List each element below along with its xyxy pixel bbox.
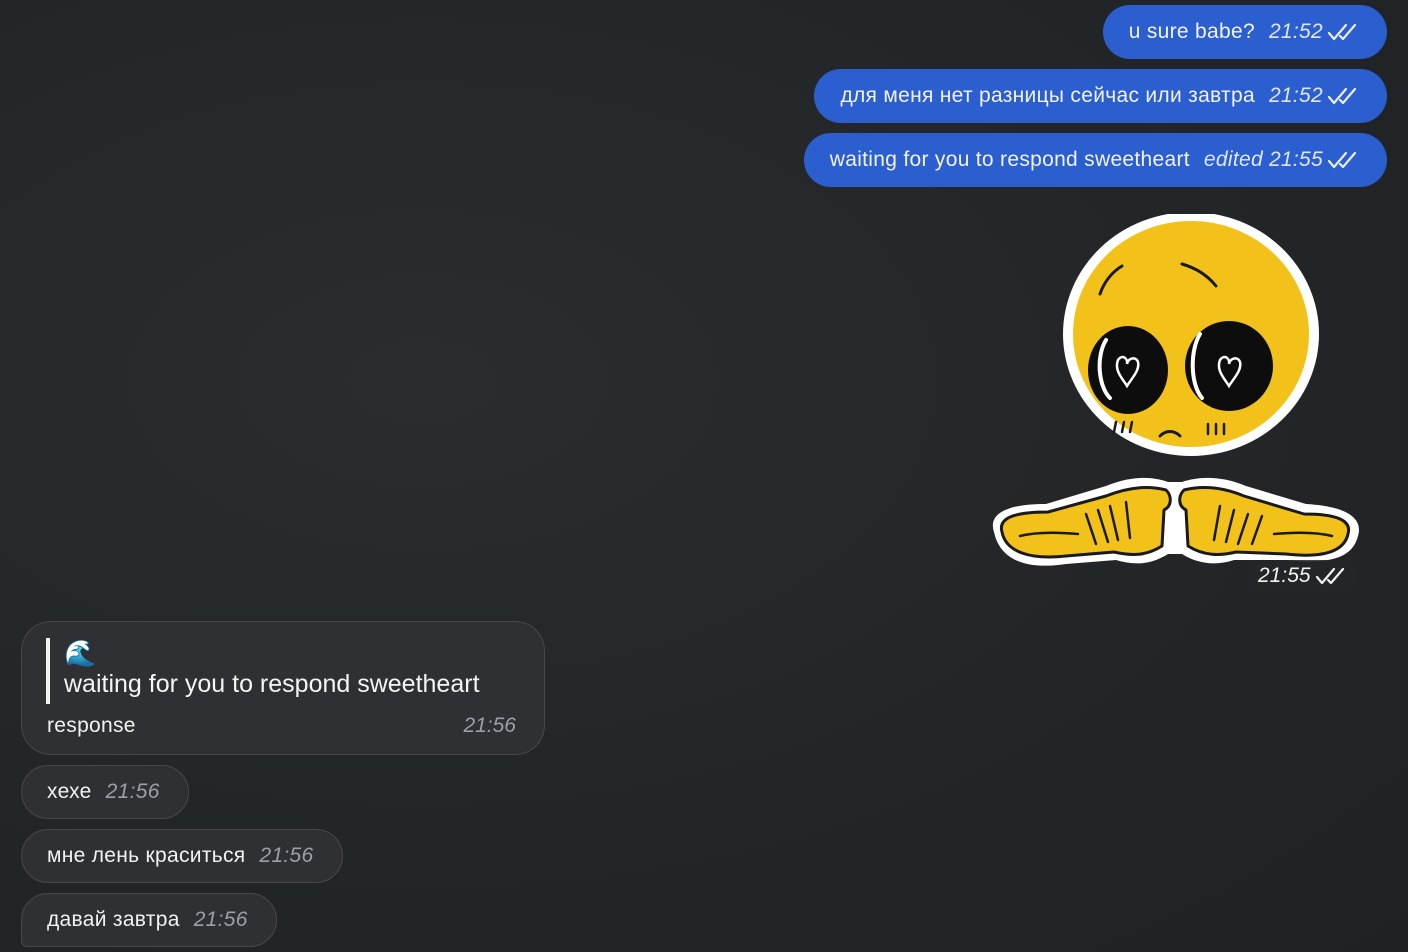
reply-quote[interactable]: 🌊 waiting for you to respond sweetheart: [46, 638, 480, 704]
read-double-check-icon: [1327, 22, 1359, 42]
message-time: 21:56: [193, 908, 248, 931]
message-time: 21:55: [1258, 564, 1311, 587]
sticker-timestamp: 21:55: [1246, 560, 1357, 592]
message-text: давай завтра: [47, 908, 180, 931]
message-time: 21:55: [1268, 148, 1323, 171]
message-meta: 21:52: [1269, 20, 1359, 44]
message-time: 21:56: [105, 780, 160, 803]
message-meta: edited 21:55: [1204, 148, 1359, 172]
message-text: u sure babe?: [1128, 20, 1255, 43]
incoming-reply-message[interactable]: 🌊 waiting for you to respond sweetheart …: [21, 621, 545, 755]
message-text: response: [47, 714, 136, 737]
outgoing-message[interactable]: u sure babe? 21:52: [1102, 5, 1387, 59]
message-text: хехе: [47, 780, 92, 803]
read-double-check-icon: [1327, 86, 1359, 106]
outgoing-message[interactable]: waiting for you to respond sweetheart ed…: [803, 133, 1387, 187]
message-time: 21:56: [259, 844, 314, 867]
chat-view: u sure babe? 21:52 для меня нет разницы …: [0, 0, 1408, 952]
message-time: 21:52: [1268, 84, 1323, 107]
outgoing-message[interactable]: для меня нет разницы сейчас или завтра 2…: [814, 69, 1387, 123]
edited-label: edited: [1203, 148, 1263, 171]
message-text: для меня нет разницы сейчас или завтра: [840, 84, 1255, 107]
message-time: 21:56: [463, 714, 516, 737]
incoming-message[interactable]: хехе 21:56: [21, 765, 189, 819]
message-text: мне лень краситься: [47, 844, 246, 867]
quoted-message-text: waiting for you to respond sweetheart: [64, 670, 480, 698]
read-double-check-icon: [1327, 150, 1359, 170]
wave-emoji-icon: 🌊: [64, 638, 97, 668]
read-double-check-icon: [1315, 566, 1347, 586]
cute-emoji-pointing-fingers-sticker[interactable]: [986, 212, 1364, 586]
message-time: 21:52: [1268, 20, 1323, 43]
incoming-message[interactable]: мне лень краситься 21:56: [21, 829, 343, 883]
incoming-message[interactable]: давай завтра 21:56: [21, 893, 277, 947]
message-text: waiting for you to respond sweetheart: [829, 148, 1190, 171]
message-meta: 21:52: [1269, 84, 1359, 108]
